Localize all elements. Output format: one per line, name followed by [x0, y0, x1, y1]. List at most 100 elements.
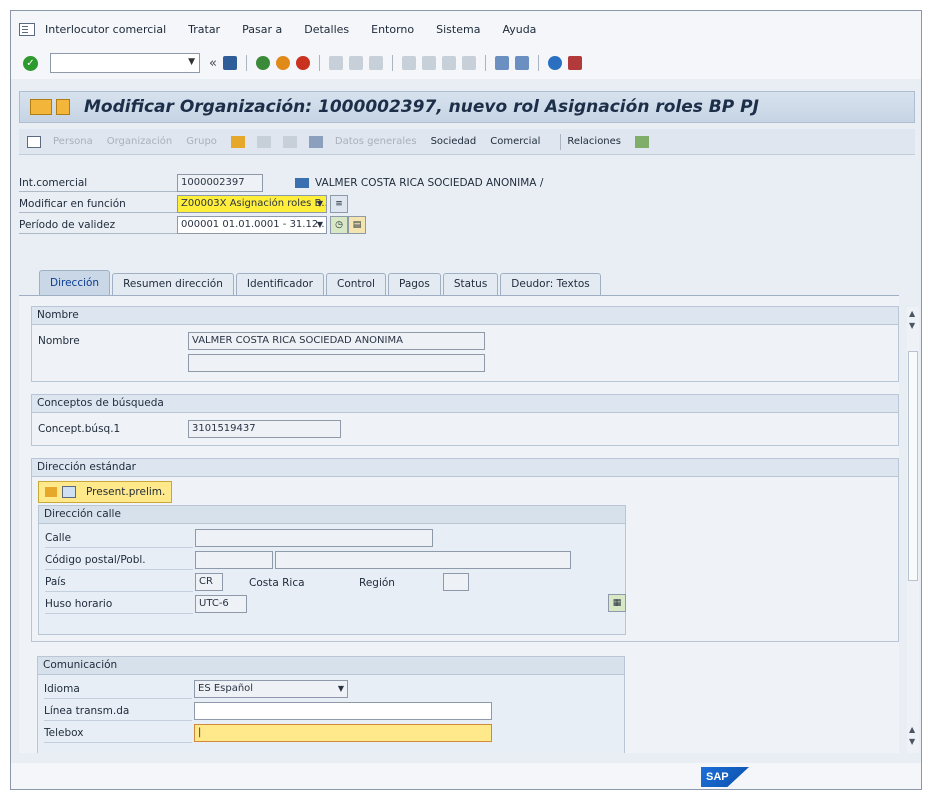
- chevron-down-icon[interactable]: ▼: [317, 217, 323, 233]
- grupo-button[interactable]: Grupo: [186, 136, 217, 147]
- comercial-button[interactable]: Comercial: [490, 136, 540, 147]
- toolbar-divider: [391, 55, 393, 71]
- enter-check-icon[interactable]: ✓: [23, 55, 38, 71]
- idioma-dropdown[interactable]: ES Español ▼: [194, 680, 348, 698]
- previous-icon[interactable]: [256, 135, 271, 148]
- cancel-icon[interactable]: [295, 56, 310, 70]
- persona-button[interactable]: Persona: [53, 136, 93, 147]
- new-session-icon[interactable]: [494, 56, 509, 70]
- first-page-icon[interactable]: [401, 56, 416, 70]
- relationship-icon[interactable]: [635, 135, 650, 148]
- layout-menu-icon[interactable]: [567, 56, 582, 70]
- toolbar-divider: [560, 133, 562, 150]
- huso-field[interactable]: UTC-6: [195, 595, 247, 613]
- menu-sistema[interactable]: Sistema: [436, 23, 480, 36]
- pais-field[interactable]: CR: [195, 573, 223, 591]
- scroll-up-icon[interactable]: ▲: [909, 309, 915, 318]
- shortcut-icon[interactable]: [514, 56, 529, 70]
- next-icon[interactable]: [282, 135, 297, 148]
- linea-field[interactable]: [194, 702, 492, 720]
- periodo-dropdown[interactable]: 000001 01.01.0001 - 31.12.. ▼: [177, 216, 327, 234]
- idioma-value: ES Español: [198, 683, 254, 694]
- scroll-up-icon[interactable]: ▼: [909, 321, 915, 330]
- int-comercial-field[interactable]: 1000002397: [177, 174, 263, 192]
- busqueda-field[interactable]: 3101519437: [188, 420, 341, 438]
- toolbar-divider: [318, 55, 320, 71]
- calendar-icon[interactable]: ▤: [348, 216, 366, 234]
- region-field[interactable]: [443, 573, 469, 591]
- system-menu-icon[interactable]: [19, 22, 35, 36]
- chevron-down-icon[interactable]: ▼: [188, 57, 195, 67]
- present-prelim-label: Present.prelim.: [86, 486, 166, 498]
- menu-interlocutor-comercial[interactable]: Interlocutor comercial: [45, 23, 166, 36]
- nombre-row-2: [38, 353, 485, 373]
- history-back-icon[interactable]: «: [209, 56, 217, 71]
- nombre-label: Nombre: [38, 335, 80, 347]
- menu-ayuda[interactable]: Ayuda: [502, 23, 536, 36]
- poblacion-field[interactable]: [275, 551, 571, 569]
- nombre-field-1[interactable]: VALMER COSTA RICA SOCIEDAD ANONIMA: [188, 332, 485, 350]
- present-prelim-button[interactable]: Present.prelim.: [38, 481, 173, 503]
- int-comercial-row: Int.comercial 1000002397 VALMER COSTA RI…: [19, 173, 543, 193]
- linea-row: Línea transm.da: [44, 701, 192, 721]
- tab-resumen-direccion[interactable]: Resumen dirección: [112, 273, 234, 295]
- direccion-calle-title: Dirección calle: [39, 506, 625, 524]
- back-icon[interactable]: [255, 56, 270, 70]
- periodo-label: Período de validez: [19, 217, 177, 234]
- content-scrollbar[interactable]: ▲ ▼ ▲ ▼: [907, 307, 919, 753]
- tab-control[interactable]: Control: [326, 273, 386, 295]
- print-icon[interactable]: [328, 56, 343, 70]
- region-label: Región: [359, 577, 395, 589]
- menu-tratar[interactable]: Tratar: [188, 23, 220, 36]
- scroll-down-icon[interactable]: ▼: [909, 737, 915, 746]
- display-change-icon[interactable]: [27, 135, 41, 148]
- save-icon[interactable]: [222, 56, 237, 70]
- tools-icon[interactable]: [308, 135, 323, 148]
- help-icon[interactable]: [547, 56, 562, 70]
- standard-toolbar: ✓ ▼ «: [11, 47, 921, 79]
- periodo-value: 000001 01.01.0001 - 31.12..: [181, 219, 325, 230]
- nombre-field-2[interactable]: [188, 354, 485, 372]
- menu-entorno[interactable]: Entorno: [371, 23, 414, 36]
- previous-page-icon[interactable]: [421, 56, 436, 70]
- scroll-thumb[interactable]: [908, 351, 918, 581]
- tab-content: Nombre Nombre VALMER COSTA RICA SOCIEDAD…: [19, 295, 899, 753]
- menu-detalles[interactable]: Detalles: [304, 23, 349, 36]
- map-icon[interactable]: ▦: [608, 594, 626, 612]
- tab-direccion[interactable]: Dirección: [39, 270, 111, 295]
- tab-status[interactable]: Status: [442, 273, 499, 295]
- huso-label: Huso horario: [45, 597, 113, 610]
- scroll-down-icon[interactable]: ▲: [909, 725, 915, 734]
- datos-generales-button[interactable]: Datos generales: [335, 136, 417, 147]
- menu-pasar-a[interactable]: Pasar a: [242, 23, 282, 36]
- chevron-down-icon[interactable]: ▼: [338, 681, 344, 697]
- command-field[interactable]: ▼: [50, 53, 200, 73]
- organizacion-button[interactable]: Organización: [107, 136, 173, 147]
- funcion-details-button[interactable]: ≡: [330, 195, 348, 213]
- calle-field[interactable]: [195, 529, 433, 547]
- funcion-dropdown[interactable]: Z00003X Asignación roles B.. ▼: [177, 195, 327, 213]
- tab-deudor-textos[interactable]: Deudor: Textos: [500, 273, 601, 295]
- codigo-postal-label: Código postal/Pobl.: [45, 553, 146, 566]
- sociedad-button[interactable]: Sociedad: [431, 136, 477, 147]
- pais-row: País: [45, 572, 193, 592]
- busqueda-label: Concept.búsq.1: [38, 423, 121, 435]
- time-period-icon[interactable]: ◷: [330, 216, 348, 234]
- chevron-down-icon[interactable]: ▼: [317, 196, 323, 212]
- idioma-row: Idioma: [44, 679, 192, 699]
- codigo-postal-field[interactable]: [195, 551, 273, 569]
- exit-icon[interactable]: [275, 56, 290, 70]
- busqueda-row: Concept.búsq.1 3101519437: [38, 419, 341, 439]
- last-page-icon[interactable]: [461, 56, 476, 70]
- telebox-field[interactable]: |: [194, 724, 492, 742]
- find-next-icon[interactable]: [368, 56, 383, 70]
- sap-window: Interlocutor comercial Tratar Pasar a De…: [10, 10, 922, 790]
- find-icon[interactable]: [348, 56, 363, 70]
- open-icon[interactable]: [230, 135, 245, 148]
- next-page-icon[interactable]: [441, 56, 456, 70]
- tab-identificador[interactable]: Identificador: [235, 273, 324, 295]
- tab-pagos[interactable]: Pagos: [387, 273, 441, 295]
- codigo-postal-row: Código postal/Pobl.: [45, 550, 193, 570]
- toolbar-divider: [245, 55, 247, 71]
- relaciones-button[interactable]: Relaciones: [567, 136, 621, 147]
